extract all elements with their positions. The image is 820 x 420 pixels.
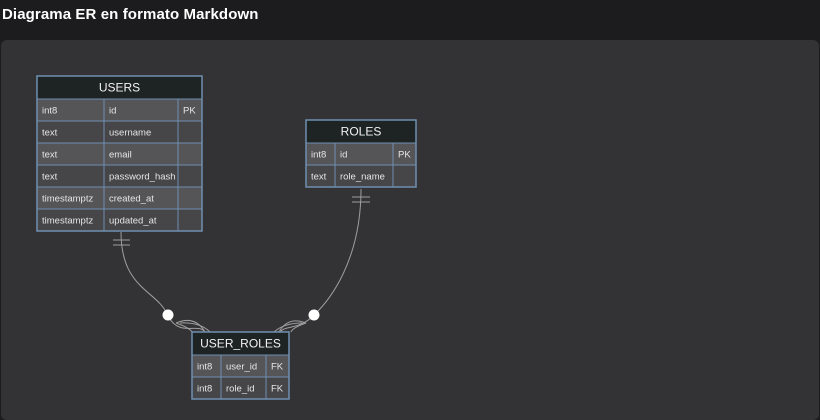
cardinality-zero-right xyxy=(308,309,320,321)
attribute-name: id xyxy=(340,150,347,161)
attribute-row: text email xyxy=(36,142,203,166)
attribute-key: PK xyxy=(183,106,196,117)
attribute-row: text username xyxy=(36,120,203,144)
cardinality-zero-left xyxy=(162,309,174,321)
entity-user-roles: USER_ROLES int8 user_id FK int8 role_id FK xyxy=(191,331,290,400)
attribute-row: text password_hash xyxy=(36,164,203,188)
attribute-key: PK xyxy=(398,150,411,161)
attribute-type: int8 xyxy=(197,362,212,373)
attribute-name: role_name xyxy=(340,172,385,183)
attribute-type: text xyxy=(42,128,58,139)
entity-title: ROLES xyxy=(341,125,382,139)
attribute-name: id xyxy=(109,106,116,117)
attribute-type: timestamptz xyxy=(42,194,93,205)
attribute-type: int8 xyxy=(311,150,326,161)
attribute-row: int8 user_id FK xyxy=(191,354,290,378)
entity-title: USERS xyxy=(99,81,140,95)
attribute-key-cell xyxy=(177,120,203,144)
attribute-type: text xyxy=(42,150,58,161)
attribute-type: timestamptz xyxy=(42,216,93,227)
attribute-row: int8 role_id FK xyxy=(191,376,290,400)
attribute-row: timestamptz created_at xyxy=(36,186,203,210)
attribute-key-cell xyxy=(177,186,203,210)
entity-title: USER_ROLES xyxy=(200,337,281,351)
attribute-key: FK xyxy=(271,362,284,373)
entity-users: USERS int8 id PK text username text email text pa… xyxy=(36,75,203,232)
attribute-row: int8 id PK xyxy=(305,142,417,166)
attribute-name: updated_at xyxy=(109,216,157,227)
cardinality-many-user-roles-right xyxy=(273,320,307,333)
attribute-name: created_at xyxy=(109,194,154,205)
attribute-name: role_id xyxy=(226,384,255,395)
attribute-name: password_hash xyxy=(109,172,176,183)
attribute-key-cell xyxy=(177,208,203,232)
attribute-key: FK xyxy=(271,384,284,395)
entity-roles: ROLES int8 id PK text role_name xyxy=(305,119,417,188)
attribute-key-cell xyxy=(177,142,203,166)
relationship-line-roles-user-roles xyxy=(279,188,362,333)
attribute-row: int8 id PK xyxy=(36,98,203,122)
attribute-name: user_id xyxy=(226,362,257,373)
cardinality-many-user-roles-left xyxy=(175,320,211,333)
tables-layer: USERS int8 id PK text username text email text pa… xyxy=(36,75,417,400)
attribute-key-cell xyxy=(392,164,417,188)
attribute-row: timestamptz updated_at xyxy=(36,208,203,232)
attribute-type: int8 xyxy=(42,106,57,117)
attribute-key-cell xyxy=(177,164,203,188)
attribute-type: text xyxy=(311,172,327,183)
attribute-type: text xyxy=(42,172,58,183)
er-diagram: USERS int8 id PK text username text email text pa… xyxy=(36,75,417,400)
attribute-type: int8 xyxy=(197,384,212,395)
attribute-name: email xyxy=(109,150,132,161)
attribute-row: text role_name xyxy=(305,164,417,188)
attribute-name: username xyxy=(109,128,151,139)
